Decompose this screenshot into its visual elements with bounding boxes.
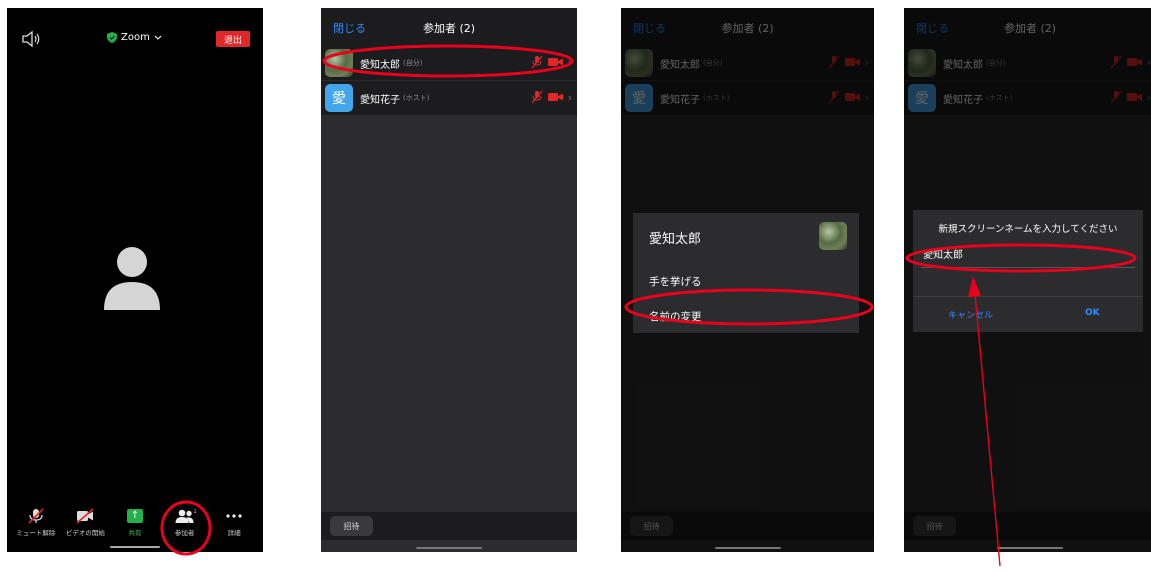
chevron-right-icon: ›: [567, 55, 572, 69]
share-button[interactable]: ↑ 共有: [114, 508, 156, 537]
participants-button[interactable]: 2 参加者: [164, 508, 206, 537]
leave-button[interactable]: 退出: [216, 31, 250, 47]
participant-menu-screen: 閉じる 参加者 (2) 愛知太郎 (自分) › 愛 愛知花子 (ホスト) › 招…: [621, 8, 874, 552]
sheet-participant-name: 愛知太郎: [649, 232, 702, 247]
row-status-icons: ›: [530, 90, 572, 104]
meeting-screen: Zoom 退出 ミュート解除 ビデオの開始 ↑ 共有 2 参加者 詳細: [7, 8, 263, 552]
meeting-top-bar: Zoom 退出: [7, 8, 263, 68]
participants-header: 閉じる 参加者 (2): [321, 8, 577, 46]
muted-mic-icon: [28, 508, 44, 524]
rename-dialog: 新規スクリーンネームを入力してください 愛知太郎 キャンセル OK: [913, 210, 1143, 332]
shield-icon: [107, 32, 117, 43]
dialog-divider: [913, 296, 1143, 297]
participants-label: 参加者: [174, 529, 195, 537]
video-off-icon: [547, 58, 563, 66]
ok-button[interactable]: OK: [1085, 308, 1100, 318]
more-icon: [226, 514, 242, 518]
participant-name: 愛知花子: [360, 94, 400, 106]
participant-name: 愛知太郎: [360, 59, 400, 71]
speaker-icon[interactable]: [21, 30, 41, 48]
more-label: 詳細: [227, 529, 241, 537]
rename-screen: 閉じる 参加者 (2) 愛知太郎 (自分) › 愛 愛知花子 (ホスト) › 招…: [904, 8, 1151, 552]
raise-hand-option[interactable]: 手を挙げる: [649, 274, 702, 289]
video-off-icon: [76, 508, 94, 524]
share-icon: ↑: [124, 508, 146, 524]
rename-dialog-title: 新規スクリーンネームを入力してください: [938, 224, 1118, 235]
unmute-button[interactable]: ミュート解除: [15, 508, 57, 537]
meeting-title-label: Zoom: [121, 32, 150, 43]
participants-badge: 2: [194, 509, 196, 515]
invite-bar: 招待: [321, 512, 577, 540]
share-label: 共有: [128, 529, 142, 537]
rename-option[interactable]: 名前の変更: [649, 309, 702, 324]
invite-button[interactable]: 招待: [330, 516, 373, 536]
participant-row-self[interactable]: 愛知太郎 (自分) ›: [321, 46, 577, 81]
user-placeholder-icon: [104, 247, 160, 310]
muted-mic-icon: [531, 55, 543, 69]
avatar: [819, 222, 847, 250]
meeting-title[interactable]: Zoom: [107, 32, 162, 43]
cancel-button[interactable]: キャンセル: [948, 308, 993, 321]
avatar: [325, 49, 353, 77]
participant-row-host[interactable]: 愛 愛知花子 (ホスト) ›: [321, 81, 577, 116]
unmute-label: ミュート解除: [16, 529, 56, 537]
muted-mic-icon: [531, 90, 543, 104]
avatar: 愛: [325, 84, 353, 112]
video-off-icon: [547, 93, 563, 101]
start-video-label: ビデオの開始: [65, 529, 105, 537]
chevron-right-icon: ›: [567, 90, 572, 104]
participants-screen: 閉じる 参加者 (2) 愛知太郎 (自分) › 愛 愛知花子 (ホスト) › 招…: [321, 8, 577, 552]
meeting-toolbar: ミュート解除 ビデオの開始 ↑ 共有 2 参加者 詳細: [7, 508, 263, 542]
participants-icon: 2: [175, 509, 196, 523]
screen-name-input[interactable]: 愛知太郎: [921, 245, 1135, 268]
participant-tag: (自分): [403, 59, 423, 67]
home-indicator: [416, 547, 482, 549]
participant-tag: (ホスト): [403, 94, 430, 102]
chevron-down-icon: [154, 35, 162, 40]
home-indicator: [110, 546, 160, 548]
row-status-icons: ›: [530, 55, 572, 69]
home-indicator: [714, 547, 781, 549]
start-video-button[interactable]: ビデオの開始: [64, 508, 106, 537]
home-indicator: [997, 547, 1063, 549]
more-button[interactable]: 詳細: [213, 508, 255, 537]
participants-title: 参加者 (2): [422, 22, 476, 35]
participant-action-sheet: 愛知太郎 手を挙げる 名前の変更: [633, 213, 859, 333]
